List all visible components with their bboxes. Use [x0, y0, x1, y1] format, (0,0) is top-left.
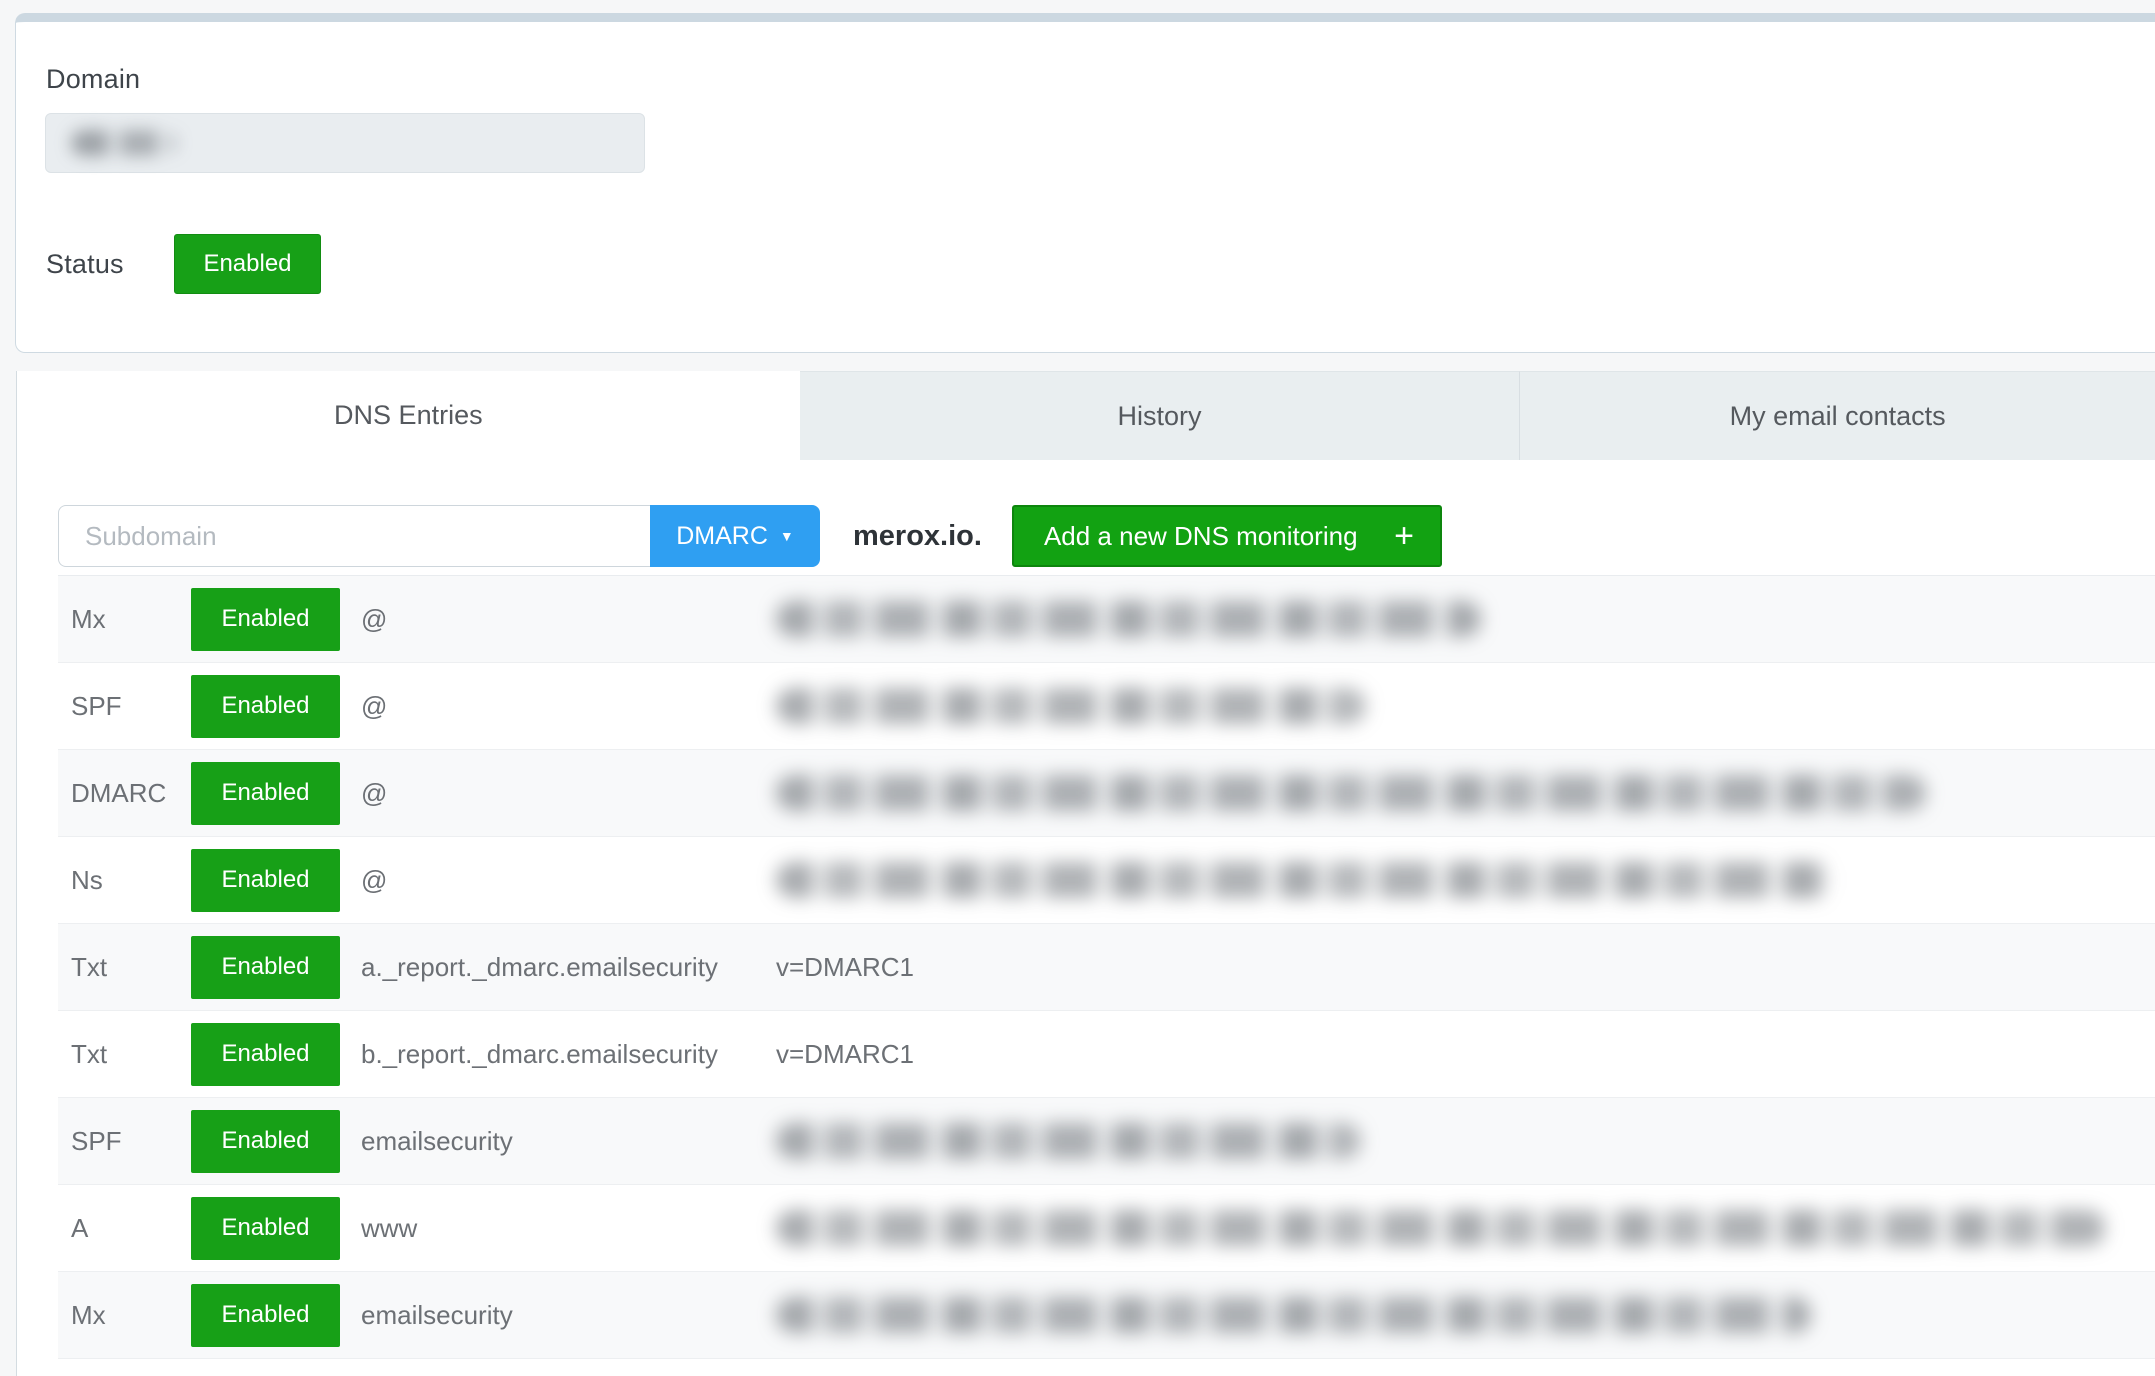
record-type: Mx [58, 604, 191, 635]
redacted-value [776, 1123, 1361, 1159]
record-value [776, 1297, 2155, 1333]
table-row: Mx Enabled emailsecurity [58, 1272, 2155, 1359]
status-enabled-button[interactable]: Enabled [174, 234, 321, 294]
record-type-dropdown[interactable]: DMARC ▼ [650, 505, 820, 567]
domain-value-redacted [71, 130, 176, 156]
domain-input[interactable] [45, 113, 645, 173]
tab-my-email-contacts[interactable]: My email contacts [1519, 371, 2155, 460]
redacted-value [776, 1297, 1811, 1333]
status-label: Status [46, 249, 124, 280]
record-name: @ [361, 865, 755, 896]
redacted-value [776, 1210, 2106, 1246]
record-type: Txt [58, 952, 191, 983]
record-status-badge[interactable]: Enabled [191, 849, 340, 912]
record-status-badge[interactable]: Enabled [191, 1023, 340, 1086]
record-type: SPF [58, 1126, 191, 1157]
table-row: SPF Enabled emailsecurity [58, 1098, 2155, 1185]
tab-dns-entries[interactable]: DNS Entries [17, 371, 800, 460]
dns-table: Mx Enabled @ SPF Enabled @ DMARC Enabled… [58, 575, 2155, 1359]
add-dns-monitoring-label: Add a new DNS monitoring [1044, 521, 1358, 552]
tab-bar: DNS Entries History My email contacts [17, 371, 2155, 460]
plus-icon: + [1394, 519, 1414, 553]
add-dns-monitoring-button[interactable]: Add a new DNS monitoring + [1012, 505, 1442, 567]
subdomain-input[interactable] [58, 505, 650, 567]
record-name: @ [361, 778, 755, 809]
redacted-value [776, 601, 1481, 637]
record-type: SPF [58, 691, 191, 722]
table-row: A Enabled www [58, 1185, 2155, 1272]
tab-history[interactable]: History [800, 371, 1520, 460]
domain-label: Domain [46, 64, 140, 95]
record-status-badge[interactable]: Enabled [191, 1197, 340, 1260]
record-value: v=DMARC1 [776, 952, 2155, 983]
record-name: a._report._dmarc.emailsecurity [361, 952, 755, 983]
record-name: emailsecurity [361, 1300, 755, 1331]
record-value [776, 1123, 2155, 1159]
record-name: emailsecurity [361, 1126, 755, 1157]
record-status-badge[interactable]: Enabled [191, 588, 340, 651]
record-type: Txt [58, 1039, 191, 1070]
record-type-selected-label: DMARC [676, 522, 768, 551]
table-row: DMARC Enabled @ [58, 750, 2155, 837]
record-value [776, 601, 2155, 637]
record-status-badge[interactable]: Enabled [191, 762, 340, 825]
record-name: @ [361, 691, 755, 722]
record-value [776, 1210, 2155, 1246]
table-row: Mx Enabled @ [58, 576, 2155, 663]
redacted-value [776, 862, 1831, 898]
record-value: v=DMARC1 [776, 1039, 2155, 1070]
page: Domain Status Enabled DNS Entries Histor… [0, 0, 2155, 1376]
table-row: Txt Enabled a._report._dmarc.emailsecuri… [58, 924, 2155, 1011]
record-status-badge[interactable]: Enabled [191, 675, 340, 738]
table-row: Ns Enabled @ [58, 837, 2155, 924]
record-type: Ns [58, 865, 191, 896]
record-value [776, 775, 2155, 811]
record-value [776, 862, 2155, 898]
dns-section: DNS Entries History My email contacts DM… [16, 371, 2155, 1376]
record-status-badge[interactable]: Enabled [191, 936, 340, 999]
table-row: Txt Enabled b._report._dmarc.emailsecuri… [58, 1011, 2155, 1098]
redacted-value [776, 775, 1926, 811]
record-name: @ [361, 604, 755, 635]
record-type: DMARC [58, 778, 191, 809]
caret-down-icon: ▼ [780, 529, 794, 543]
record-status-badge[interactable]: Enabled [191, 1284, 340, 1347]
table-row: SPF Enabled @ [58, 663, 2155, 750]
redacted-value [776, 688, 1366, 724]
record-name: b._report._dmarc.emailsecurity [361, 1039, 755, 1070]
domain-suffix-label: merox.io. [853, 520, 982, 553]
record-value [776, 688, 2155, 724]
domain-card: Domain Status Enabled [15, 13, 2155, 353]
record-status-badge[interactable]: Enabled [191, 1110, 340, 1173]
record-name: www [361, 1213, 755, 1244]
record-type: A [58, 1213, 191, 1244]
record-type: Mx [58, 1300, 191, 1331]
dns-toolbar: DMARC ▼ merox.io. Add a new DNS monitori… [58, 505, 1442, 567]
